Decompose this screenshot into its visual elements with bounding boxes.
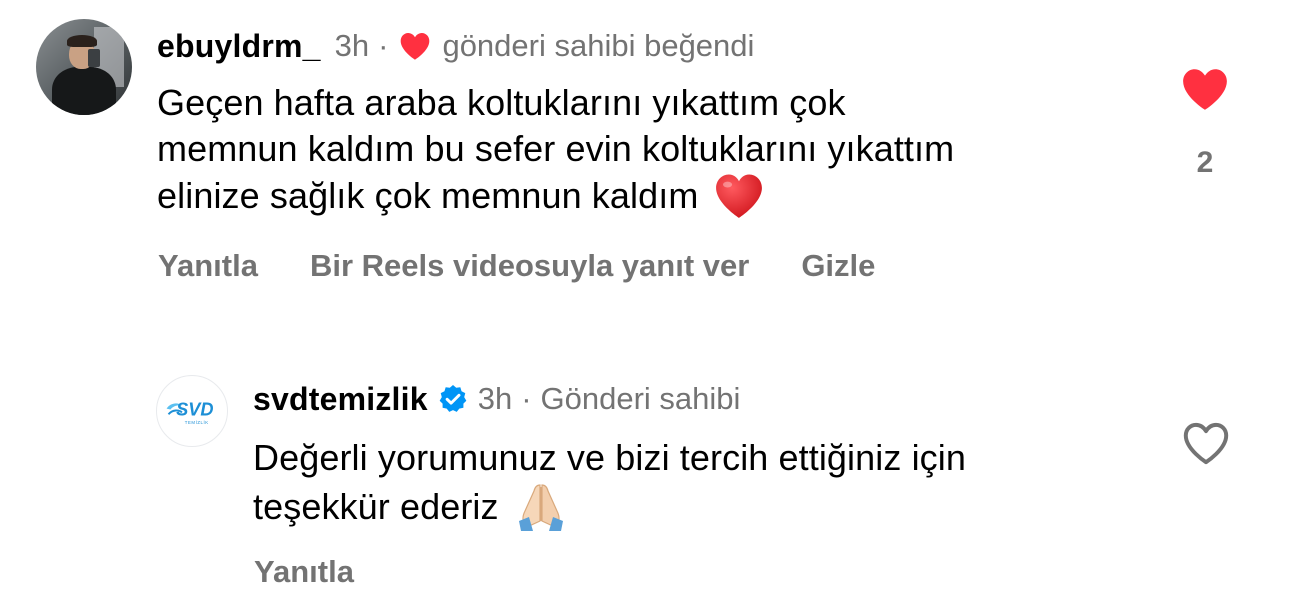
svd-logo: SVD TEMİZLİK (166, 399, 214, 425)
comment-text-line: memnun kaldım bu sefer evin koltuklarını… (157, 128, 955, 169)
reply-text-line: Değerli yorumunuz ve bizi tercih ettiğin… (253, 437, 966, 478)
liked-by-author-text: gönderi sahibi beğendi (442, 28, 755, 63)
red-heart-emoji-icon (716, 174, 763, 218)
hide-button[interactable]: Gizle (801, 248, 875, 284)
liked-by-author-heart-icon (401, 33, 430, 60)
comment-time: 3h (334, 28, 370, 63)
comment-text-line-with-emoji: elinize sağlık çok memnun kaldım (157, 172, 1157, 220)
commenter-username[interactable]: ebuyldrm_ (157, 28, 321, 65)
avatar-figure-phone (88, 49, 100, 67)
reels-reply-button[interactable]: Bir Reels videosuyla yanıt ver (310, 248, 749, 284)
reply-time: 3h (477, 381, 513, 416)
comment-like-button[interactable] (1180, 66, 1230, 117)
avatar-figure-hair (67, 35, 97, 47)
reply-body: Değerli yorumunuz ve bizi tercih ettiğin… (253, 435, 1153, 533)
comment-header: ebuyldrm_ 3h · gönderi sahibi beğendi (157, 26, 754, 66)
meta-separator: · (378, 28, 389, 63)
folded-hands-emoji-icon (518, 484, 563, 531)
author-tag: Gönderi sahibi (540, 381, 741, 416)
reply-actions: Yanıtla (254, 554, 354, 590)
verified-badge-icon (439, 385, 467, 412)
like-count: 2 (1196, 146, 1214, 179)
comment-text-line: elinize sağlık çok memnun kaldım (157, 175, 699, 216)
reply-button[interactable]: Yanıtla (254, 554, 354, 590)
reply-text-line: teşekkür ederiz (253, 486, 499, 527)
author-username[interactable]: svdtemizlik (253, 381, 428, 418)
author-avatar[interactable]: SVD TEMİZLİK (156, 375, 228, 447)
filled-heart-icon (1183, 69, 1227, 110)
reply-button[interactable]: Yanıtla (158, 248, 258, 284)
reply-like-button[interactable] (1181, 420, 1231, 471)
commenter-avatar[interactable] (36, 19, 132, 115)
logo-text: SVD (176, 399, 213, 419)
outline-heart-icon (1183, 422, 1229, 465)
reply-header: svdtemizlik 3h · Gönderi sahibi (253, 379, 740, 419)
logo-subtext: TEMİZLİK (185, 420, 209, 425)
reply-text-line-with-emoji: teşekkür ederiz (253, 481, 1153, 533)
avatar-figure-body (52, 67, 116, 115)
comment-body: Geçen hafta araba koltuklarını yıkattım … (157, 80, 1157, 220)
comment-text-line: Geçen hafta araba koltuklarını yıkattım … (157, 82, 846, 123)
comment-actions: Yanıtla Bir Reels videosuyla yanıt ver G… (158, 248, 875, 284)
meta-separator: · (521, 381, 532, 416)
